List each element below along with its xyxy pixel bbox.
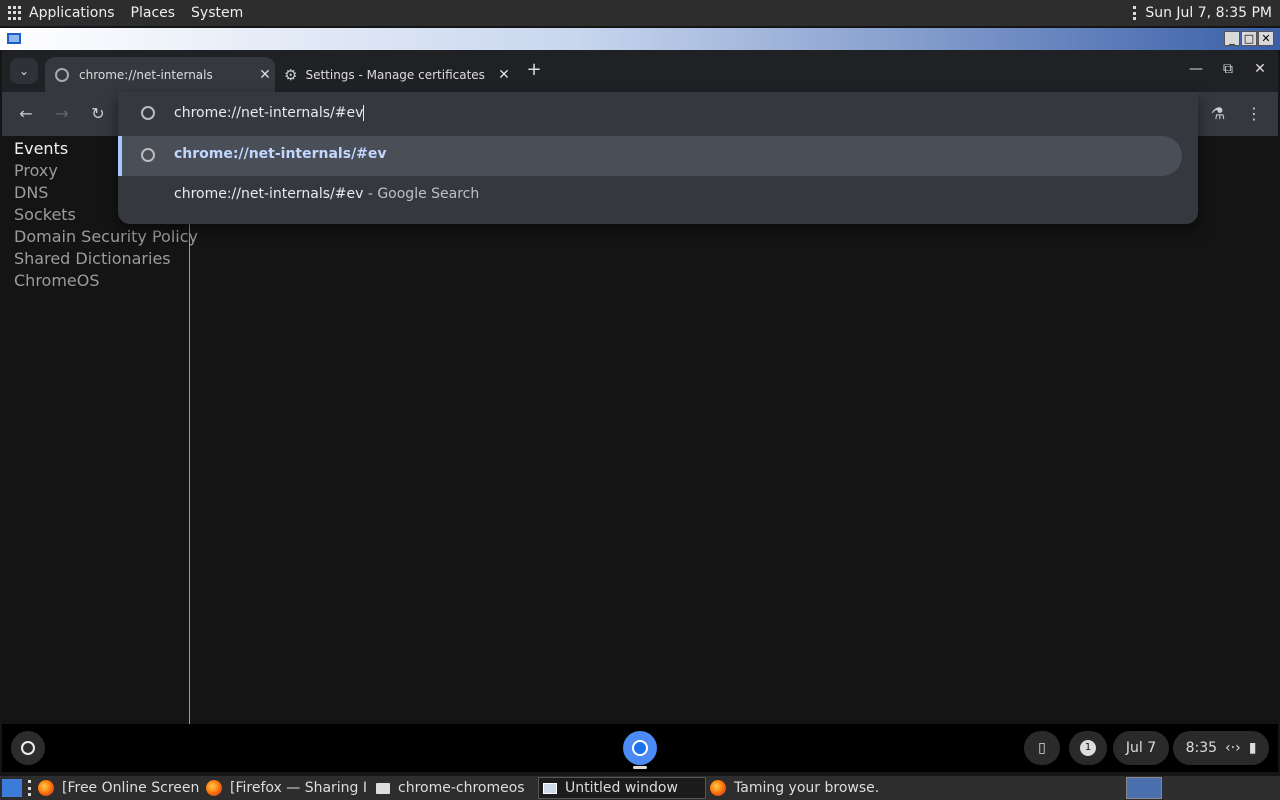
apps-grid-icon (8, 6, 22, 20)
notification-count: 1 (1080, 740, 1096, 756)
chrome-menu-button[interactable]: ⋮ (1242, 102, 1266, 126)
workspace-switcher[interactable] (1126, 777, 1162, 799)
top-panel: Applications Places System Sun Jul 7, 8:… (0, 0, 1280, 26)
chrome-app-icon[interactable] (623, 731, 657, 765)
close-icon[interactable]: ✕ (494, 67, 514, 83)
window-minimize-button[interactable]: _ (1224, 31, 1240, 46)
sidebar-item-sockets[interactable]: Sockets (14, 205, 76, 224)
taskbar-label: [Firefox — Sharing I... (230, 780, 368, 796)
omnibox-input[interactable]: chrome://net-internals/#ev (174, 102, 874, 124)
tab-net-internals[interactable]: chrome://net-internals ✕ (45, 57, 275, 92)
forward-button[interactable]: → (50, 102, 74, 126)
sidebar-item-shared-dictionaries[interactable]: Shared Dictionaries (14, 249, 171, 268)
taskbar-item-untitled-window[interactable]: Untitled window (538, 777, 706, 799)
taskbar-label: [Free Online Screen ... (62, 780, 200, 796)
taskbar-item-free-online-screen[interactable]: [Free Online Screen ... (38, 777, 200, 799)
suggestion-text: chrome://net-internals/#ev (174, 146, 387, 162)
notification-button[interactable]: 1 (1069, 731, 1107, 765)
tab-title: Settings - Manage certificates (305, 67, 485, 82)
close-window-button[interactable]: ✕ (1249, 58, 1271, 80)
firefox-icon (710, 780, 726, 796)
tab-title: chrome://net-internals (79, 67, 213, 82)
phone-hub-button[interactable]: ▯ (1024, 731, 1060, 765)
site-info-icon[interactable] (141, 106, 155, 120)
close-icon[interactable]: ✕ (255, 67, 275, 83)
firefox-icon (38, 780, 54, 796)
folder-icon (376, 782, 390, 794)
date-label: Jul 7 (1125, 740, 1157, 756)
running-indicator (633, 766, 647, 769)
time-label: 8:35 (1185, 740, 1218, 756)
taskbar-item-firefox-sharing[interactable]: [Firefox — Sharing I... (206, 777, 368, 799)
show-windows-icon[interactable] (2, 779, 22, 797)
sidebar-item-proxy[interactable]: Proxy (14, 161, 58, 180)
tab-settings-certificates[interactable]: ⚙ Settings - Manage certificates ✕ (282, 57, 514, 92)
sidebar-item-dns[interactable]: DNS (14, 183, 48, 202)
sidebar-item-domain-security-policy[interactable]: Domain Security Policy (14, 227, 198, 246)
globe-icon (55, 67, 69, 82)
taskbar-item-taming-browser[interactable]: Taming your browse... (710, 777, 878, 799)
net-internals-sidebar (2, 136, 190, 724)
plus-icon: + (526, 59, 542, 80)
labs-button[interactable]: ⚗ (1206, 102, 1230, 126)
taskbar-label: chrome-chromeos (398, 780, 525, 796)
net-internals-main (191, 136, 1278, 724)
gear-icon: ⚙ (284, 65, 298, 84)
status-tray[interactable]: 8:35 ‹·› ▮ (1173, 731, 1269, 765)
kebab-menu-icon: ⋮ (1246, 104, 1262, 123)
window-icon (543, 782, 557, 794)
restore-button[interactable]: ⧉ (1217, 58, 1239, 80)
system-menu[interactable]: System (183, 0, 251, 26)
reload-icon: ↻ (91, 104, 105, 123)
new-tab-button[interactable]: + (524, 60, 544, 80)
places-menu[interactable]: Places (123, 0, 184, 26)
window-titlebar[interactable] (0, 28, 1280, 50)
window-maximize-button[interactable]: □ (1241, 31, 1257, 46)
suggestion-text: chrome://net-internals/#ev - Google Sear… (174, 186, 480, 202)
taskbar-label: Untitled window (565, 780, 678, 796)
sidebar-item-events[interactable]: Events (14, 139, 68, 158)
panel-clock[interactable]: Sun Jul 7, 8:35 PM (1145, 5, 1272, 21)
launcher-button[interactable] (11, 731, 45, 765)
panel-status-area: Sun Jul 7, 8:35 PM (1133, 0, 1272, 26)
taskbar-item-chrome-chromeos[interactable]: chrome-chromeos (376, 777, 526, 799)
back-button[interactable]: ← (14, 102, 38, 126)
taskbar-label: Taming your browse... (734, 780, 878, 796)
minimize-button[interactable]: — (1185, 58, 1207, 80)
arrow-right-icon: → (55, 104, 69, 123)
globe-icon (141, 148, 155, 162)
battery-icon: ▮ (1248, 740, 1257, 756)
flask-icon: ⚗ (1210, 104, 1226, 123)
applications-menu[interactable]: Applications (0, 0, 123, 26)
phone-icon: ▯ (1038, 740, 1046, 756)
taskbar-handle-icon (28, 780, 32, 796)
date-tray[interactable]: Jul 7 (1113, 731, 1169, 765)
omnibox-text: chrome://net-internals/#ev (174, 105, 364, 121)
firefox-icon (206, 780, 222, 796)
sidebar-item-chromeos[interactable]: ChromeOS (14, 271, 100, 290)
chevron-down-icon: ⌄ (18, 64, 30, 78)
applications-menu-label: Applications (29, 5, 115, 21)
network-icon: ‹·› (1225, 740, 1241, 756)
reload-button[interactable]: ↻ (86, 102, 110, 126)
panel-kebab-icon[interactable] (1133, 6, 1137, 20)
arrow-left-icon: ← (19, 104, 33, 123)
window-close-button[interactable]: ✕ (1258, 31, 1274, 46)
window-menu-icon[interactable] (6, 32, 22, 45)
tab-search-button[interactable]: ⌄ (10, 58, 38, 84)
